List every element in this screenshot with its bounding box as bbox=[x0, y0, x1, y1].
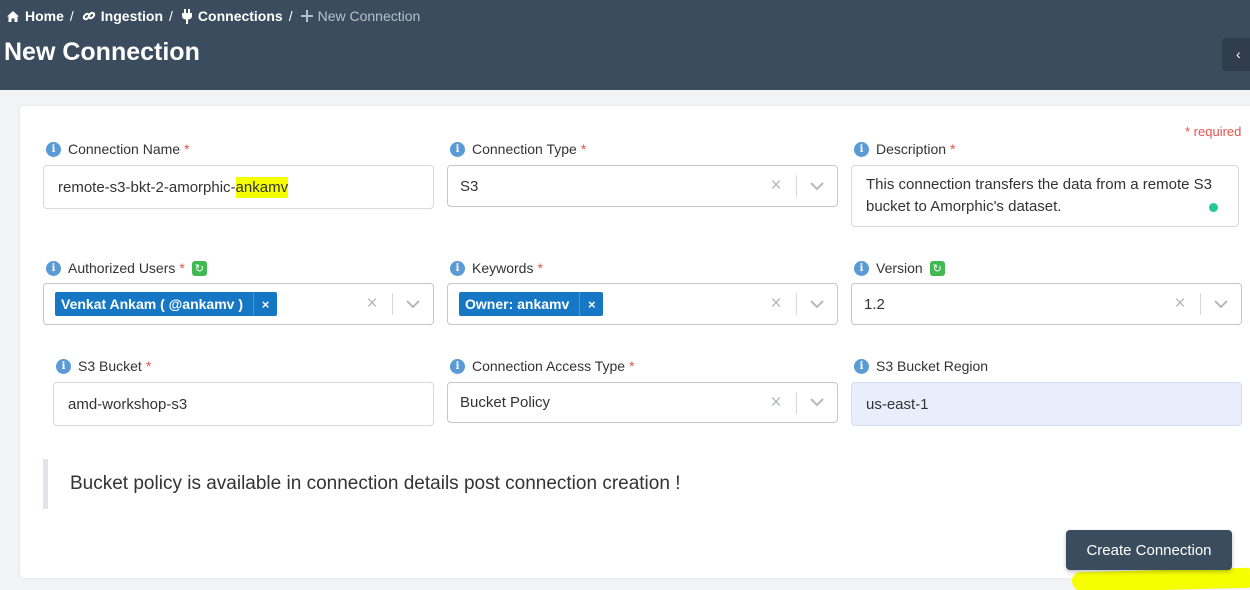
refresh-icon[interactable]: ↻ bbox=[191, 260, 207, 276]
breadcrumb-separator: / bbox=[69, 8, 74, 24]
s3-bucket-label-text: S3 Bucket bbox=[78, 358, 142, 374]
plus-icon bbox=[300, 10, 313, 22]
clear-icon[interactable]: × bbox=[756, 175, 796, 197]
connection-name-label-text: Connection Name bbox=[68, 141, 181, 157]
s3-bucket-region-value: us-east-1 bbox=[866, 395, 929, 413]
required-asterisk: * bbox=[184, 141, 190, 157]
connection-type-label: i Connection Type * bbox=[450, 141, 586, 157]
required-asterisk: * bbox=[537, 260, 543, 276]
tag-list: Venkat Ankam ( @ankamv ) × bbox=[44, 292, 352, 316]
connection-name-highlight: ankamv bbox=[235, 176, 289, 198]
remove-tag-icon[interactable]: × bbox=[579, 292, 603, 316]
required-asterisk: * bbox=[145, 358, 152, 374]
connection-type-label-text: Connection Type bbox=[472, 141, 577, 157]
version-label-text: Version bbox=[876, 260, 923, 276]
breadcrumb-current-label: New Connection bbox=[317, 8, 421, 24]
version-label: i Version ↻ bbox=[854, 260, 945, 276]
clear-icon[interactable]: × bbox=[756, 293, 796, 315]
keyword-tag-label: Owner: ankamv bbox=[465, 296, 570, 312]
keyword-tag: Owner: ankamv × bbox=[459, 292, 604, 316]
s3-bucket-region-input: us-east-1 bbox=[851, 382, 1242, 426]
create-connection-button[interactable]: Create Connection bbox=[1066, 530, 1232, 570]
plug-icon bbox=[181, 8, 192, 24]
clear-icon[interactable]: × bbox=[1160, 293, 1200, 315]
description-textarea[interactable]: This connection transfers the data from … bbox=[851, 165, 1239, 227]
chevron-down-icon[interactable] bbox=[797, 181, 837, 191]
home-icon bbox=[7, 10, 19, 22]
breadcrumb-home-label: Home bbox=[25, 8, 64, 24]
info-icon[interactable]: i bbox=[46, 260, 61, 276]
clear-icon[interactable]: × bbox=[352, 293, 392, 315]
back-button[interactable]: ‹ bbox=[1222, 38, 1250, 71]
breadcrumb-connections[interactable]: Connections bbox=[181, 8, 283, 24]
info-icon[interactable]: i bbox=[46, 141, 61, 157]
clear-icon[interactable]: × bbox=[756, 392, 796, 414]
authorized-users-select[interactable]: Venkat Ankam ( @ankamv ) × × bbox=[43, 283, 434, 325]
info-icon[interactable]: i bbox=[450, 358, 465, 374]
breadcrumb-ingestion[interactable]: Ingestion bbox=[82, 8, 163, 24]
info-icon[interactable]: i bbox=[450, 141, 465, 157]
connection-type-select[interactable]: S3 × bbox=[447, 165, 838, 207]
keywords-label: i Keywords * bbox=[450, 260, 543, 276]
connection-name-value: remote-s3-bkt-2-amorphic- bbox=[58, 178, 236, 196]
grammar-check-icon[interactable] bbox=[1209, 203, 1218, 212]
description-label: i Description * bbox=[854, 141, 955, 157]
s3-bucket-region-label-text: S3 Bucket Region bbox=[876, 358, 989, 374]
required-asterisk: * bbox=[179, 260, 185, 276]
authorized-users-label-text: Authorized Users bbox=[68, 260, 176, 276]
s3-bucket-input[interactable]: amd-workshop-s3 bbox=[53, 382, 434, 426]
breadcrumb: Home / Ingestion / Connections / New Con… bbox=[6, 8, 420, 24]
version-value: 1.2 bbox=[864, 295, 885, 313]
authorized-users-label: i Authorized Users * ↻ bbox=[46, 260, 207, 276]
chevron-down-icon[interactable] bbox=[1201, 299, 1241, 309]
breadcrumb-ingestion-label: Ingestion bbox=[100, 8, 164, 24]
info-icon[interactable]: i bbox=[854, 260, 869, 276]
arrow-left-icon: ‹ bbox=[1236, 46, 1241, 62]
remove-tag-icon[interactable]: × bbox=[252, 292, 277, 316]
connection-access-type-select[interactable]: Bucket Policy × bbox=[447, 382, 838, 423]
breadcrumb-home[interactable]: Home bbox=[6, 8, 64, 24]
info-icon[interactable]: i bbox=[854, 141, 869, 157]
required-note: * required bbox=[1185, 124, 1242, 139]
connection-access-type-label-text: Connection Access Type bbox=[472, 358, 626, 374]
refresh-icon[interactable]: ↻ bbox=[929, 260, 945, 276]
connection-access-type-label: i Connection Access Type * bbox=[450, 358, 635, 374]
page-header: Home / Ingestion / Connections / New Con… bbox=[0, 0, 1250, 90]
link-icon bbox=[82, 11, 96, 21]
chevron-down-icon[interactable] bbox=[393, 299, 433, 309]
connection-type-value: S3 bbox=[460, 177, 479, 195]
required-asterisk: * bbox=[629, 358, 635, 374]
connection-name-label: i Connection Name * bbox=[46, 141, 190, 157]
breadcrumb-separator: / bbox=[288, 8, 293, 24]
required-asterisk: * bbox=[950, 141, 956, 157]
breadcrumb-current: New Connection bbox=[300, 8, 421, 24]
version-select[interactable]: 1.2 × bbox=[851, 283, 1242, 325]
notice-text: Bucket policy is available in connection… bbox=[70, 473, 681, 494]
tag-list: Owner: ankamv × bbox=[448, 292, 756, 316]
description-label-text: Description bbox=[876, 141, 947, 157]
connection-access-type-value: Bucket Policy bbox=[460, 394, 551, 411]
bucket-policy-notice: Bucket policy is available in connection… bbox=[43, 459, 680, 509]
connection-name-input[interactable]: remote-s3-bkt-2-amorphic-ankamv bbox=[43, 165, 434, 209]
s3-bucket-value: amd-workshop-s3 bbox=[68, 395, 188, 413]
breadcrumb-connections-label: Connections bbox=[197, 8, 283, 24]
required-asterisk: * bbox=[580, 141, 587, 157]
info-icon[interactable]: i bbox=[854, 358, 869, 374]
page-title: New Connection bbox=[4, 38, 200, 66]
s3-bucket-label: i S3 Bucket * bbox=[56, 358, 151, 374]
info-icon[interactable]: i bbox=[450, 260, 465, 276]
s3-bucket-region-label: i S3 Bucket Region bbox=[854, 358, 988, 374]
keywords-select[interactable]: Owner: ankamv × × bbox=[447, 283, 838, 325]
info-icon[interactable]: i bbox=[56, 358, 71, 374]
keywords-label-text: Keywords bbox=[472, 260, 534, 276]
highlight-mark bbox=[1071, 567, 1250, 590]
breadcrumb-separator: / bbox=[169, 8, 173, 24]
chevron-down-icon[interactable] bbox=[797, 398, 837, 407]
chevron-down-icon[interactable] bbox=[797, 299, 837, 309]
user-tag: Venkat Ankam ( @ankamv ) × bbox=[55, 292, 277, 316]
user-tag-label: Venkat Ankam ( @ankamv ) bbox=[61, 296, 243, 312]
